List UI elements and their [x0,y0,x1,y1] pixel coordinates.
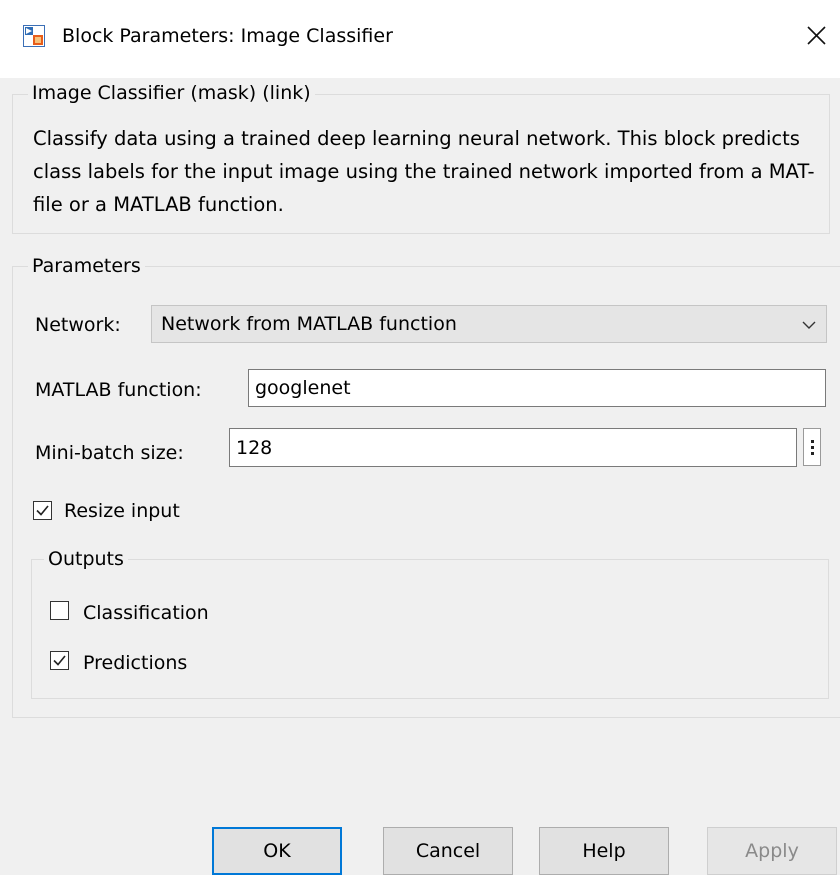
help-button[interactable]: Help [539,827,669,875]
mini-batch-size-label: Mini-batch size: [35,442,184,464]
predictions-label[interactable]: Predictions [83,650,187,676]
parameters-legend: Parameters [28,253,145,279]
network-label: Network: [35,314,121,336]
close-icon[interactable] [796,16,836,56]
outputs-group [31,559,829,699]
mask-description-text: Classify data using a trained deep learn… [33,127,815,216]
matlab-function-input[interactable] [249,370,825,406]
checkmark-icon [36,505,49,516]
more-options-icon[interactable] [803,428,821,466]
classification-label[interactable]: Classification [83,600,209,626]
mini-batch-size-field[interactable] [229,428,797,467]
apply-button[interactable]: Apply [707,827,837,875]
mask-group-legend: Image Classifier (mask) (link) [28,80,315,106]
network-dropdown[interactable]: Network from MATLAB function [151,305,827,343]
classification-checkbox[interactable] [50,601,69,620]
checkmark-icon [53,655,66,666]
title-bar: Block Parameters: Image Classifier [0,0,840,78]
mini-batch-size-input[interactable] [230,429,796,466]
window-title: Block Parameters: Image Classifier [62,25,393,47]
resize-input-label[interactable]: Resize input [64,498,180,524]
resize-input-checkbox[interactable] [33,501,52,520]
ok-button[interactable]: OK [212,827,342,875]
chevron-down-icon [800,316,818,334]
cancel-button[interactable]: Cancel [383,827,513,875]
matlab-function-label: MATLAB function: [35,379,202,401]
block-parameters-icon [23,25,45,47]
matlab-function-field[interactable] [248,369,826,407]
outputs-legend: Outputs [44,546,128,572]
network-dropdown-value: Network from MATLAB function [161,313,457,335]
predictions-checkbox[interactable] [50,651,69,670]
